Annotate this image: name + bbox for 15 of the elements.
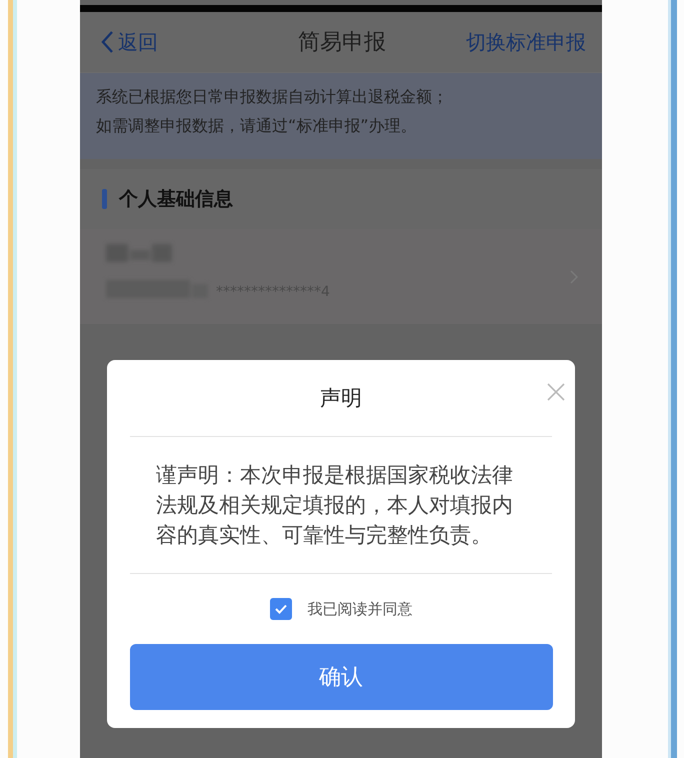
confirm-button[interactable]: 确认 bbox=[130, 644, 552, 710]
agree-checkbox[interactable] bbox=[270, 598, 292, 620]
declaration-text: 谨声明：本次申报是根据国家税收法律法规及相关规定填报的，本人对填报内容的真实性、可靠性与完整性负责。 bbox=[156, 462, 514, 549]
section-title: 个人基础信息 bbox=[119, 187, 233, 212]
check-icon bbox=[274, 603, 288, 615]
notice-text: 如需调整申报数据，请通过“标准申报”办理。 bbox=[96, 116, 418, 137]
switch-link[interactable]: 切换标准申报 bbox=[466, 28, 586, 56]
close-button[interactable] bbox=[546, 382, 566, 402]
back-chevron-icon bbox=[100, 30, 114, 54]
section-marker bbox=[102, 189, 107, 209]
page-title: 简易申报 bbox=[298, 29, 386, 57]
notice-text: 系统已根据您日常申报数据自动计算出退税金额； bbox=[96, 87, 449, 108]
agree-label: 我已阅读并同意 bbox=[308, 600, 412, 618]
dialog-title: 声明 bbox=[320, 385, 362, 412]
back-button[interactable]: 返回 bbox=[100, 28, 158, 56]
